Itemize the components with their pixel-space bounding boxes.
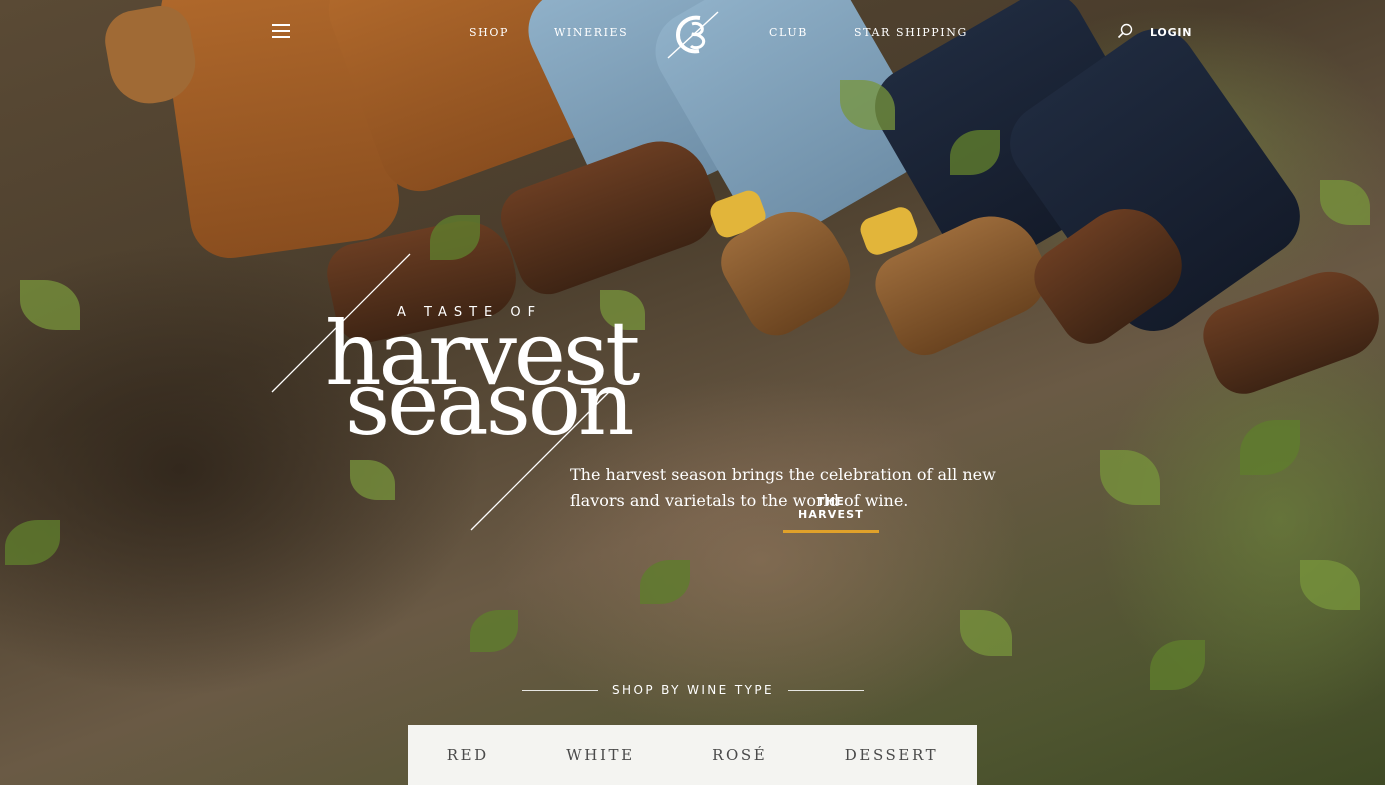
hero-title-line2: season: [345, 352, 635, 455]
nav-link-club[interactable]: CLUB: [769, 26, 808, 39]
hero-photo-leaf: [1240, 420, 1300, 475]
divider: [787, 689, 864, 691]
hero-photo-leaf: [470, 610, 518, 652]
hero-photo-leaf: [350, 460, 395, 500]
hamburger-icon[interactable]: [272, 24, 290, 38]
search-icon[interactable]: [1117, 23, 1133, 39]
nav-link-wineries[interactable]: WINERIES: [554, 26, 628, 39]
divider: [522, 689, 598, 691]
wine-type-bar: RED WHITE ROSÉ DESSERT: [408, 725, 977, 785]
the-harvest-link[interactable]: THE HARVEST: [783, 495, 879, 533]
hero-photo-leaf: [1300, 560, 1360, 610]
login-link[interactable]: LOGIN: [1150, 26, 1192, 39]
hero-photo-leaf: [960, 610, 1012, 656]
nav-link-star-shipping[interactable]: STAR SHIPPING: [854, 26, 968, 39]
wine-type-rose[interactable]: ROSÉ: [712, 746, 767, 764]
hero-photo-leaf: [1100, 450, 1160, 505]
hero-photo-leaf: [640, 560, 690, 604]
hero-background: [0, 0, 1385, 785]
hero-photo-leaf: [5, 520, 60, 565]
wine-type-red[interactable]: RED: [447, 746, 489, 764]
hero-photo-leaf: [1320, 180, 1370, 225]
wine-type-white[interactable]: WHITE: [566, 746, 634, 764]
wine-type-dessert[interactable]: DESSERT: [845, 746, 938, 764]
hero-photo-leaf: [20, 280, 80, 330]
shop-by-heading: SHOP BY WINE TYPE: [522, 683, 864, 697]
nav-link-shop[interactable]: SHOP: [469, 26, 509, 39]
shop-by-label: SHOP BY WINE TYPE: [612, 683, 774, 697]
logo-icon[interactable]: [666, 10, 722, 60]
hero-photo-leaf: [1150, 640, 1205, 690]
